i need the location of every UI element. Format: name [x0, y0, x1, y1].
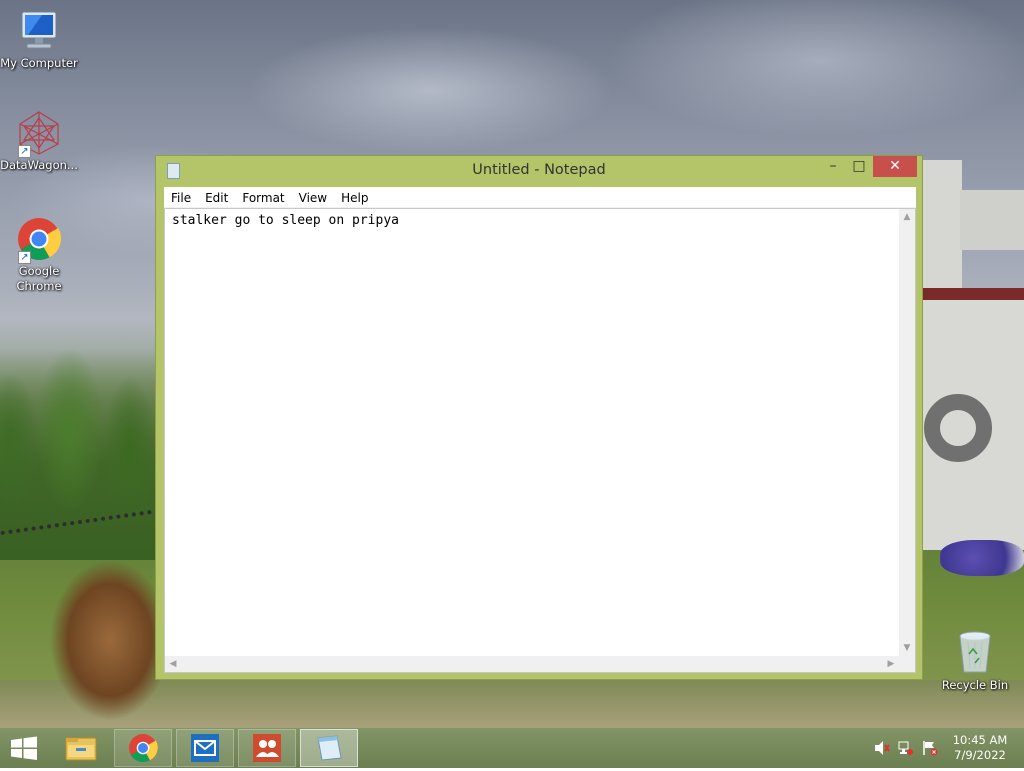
window-title: Untitled - Notepad [472, 162, 606, 178]
notepad-window[interactable]: Untitled - Notepad – □ ✕ File Edit Format V… [155, 155, 923, 680]
desktop-background: My Computer ↗ DataWagon... ↗ Google Chro… [0, 0, 1024, 728]
scroll-left-arrow-icon[interactable]: ◀ [165, 656, 181, 672]
taskbar-mail[interactable] [176, 729, 234, 767]
taskbar-clock[interactable]: 10:45 AM 7/9/2022 [944, 733, 1016, 763]
wallpaper-flowers [940, 540, 1024, 576]
taskbar-google-chrome[interactable] [114, 729, 172, 767]
shortcut-arrow-icon: ↗ [18, 145, 31, 158]
clock-date: 7/9/2022 [954, 748, 1006, 762]
mail-icon [191, 734, 219, 762]
scroll-down-arrow-icon[interactable]: ▼ [899, 640, 915, 656]
wallpaper-dog [40, 560, 160, 720]
scroll-right-arrow-icon[interactable]: ▶ [883, 656, 899, 672]
desktop-icon-label: Google Chrome [16, 264, 62, 293]
minimize-button[interactable]: – [820, 156, 846, 177]
volume-muted-icon[interactable] [874, 740, 890, 756]
chrome-icon: ↗ [16, 216, 62, 264]
desktop-icon-recycle-bin[interactable]: Recycle Bin [936, 630, 1014, 693]
wallpaper-monument [922, 160, 1024, 560]
people-icon [253, 734, 281, 762]
menu-bar: File Edit Format View Help [164, 187, 916, 208]
notepad-icon [317, 735, 342, 761]
windows-logo-icon [11, 736, 37, 760]
desktop-icon-label: My Computer [0, 56, 78, 70]
desktop-icon-datawagon[interactable]: ↗ DataWagon... [0, 110, 78, 173]
desktop-icon-label: DataWagon... [0, 158, 78, 172]
menu-help[interactable]: Help [334, 188, 375, 208]
scroll-up-arrow-icon[interactable]: ▲ [899, 209, 915, 225]
menu-format[interactable]: Format [235, 188, 291, 208]
chrome-icon [129, 734, 158, 762]
folder-icon [65, 737, 97, 761]
menu-view[interactable]: View [292, 188, 334, 208]
computer-icon [16, 8, 62, 54]
window-titlebar[interactable]: Untitled - Notepad – □ ✕ [156, 156, 922, 186]
menu-file[interactable]: File [164, 188, 198, 208]
datawagon-icon: ↗ [16, 110, 62, 158]
taskbar-file-explorer[interactable] [52, 729, 110, 767]
close-button[interactable]: ✕ [873, 156, 917, 177]
taskbar: 10:45 AM 7/9/2022 [0, 728, 1024, 768]
clock-time: 10:45 AM [952, 733, 1008, 747]
text-editor-area[interactable]: stalker go to sleep on pripya ▲ ▼ ◀ ▶ [164, 208, 916, 673]
taskbar-people[interactable] [238, 729, 296, 767]
action-center-flag-icon[interactable] [922, 740, 938, 756]
desktop-icon-my-computer[interactable]: My Computer [0, 8, 78, 71]
desktop-icon-label: Recycle Bin [941, 678, 1009, 692]
recycle-bin-icon [952, 630, 998, 676]
start-button[interactable] [0, 729, 48, 767]
maximize-button[interactable]: □ [846, 156, 872, 177]
wallpaper-trees [0, 320, 170, 560]
menu-edit[interactable]: Edit [198, 188, 235, 208]
network-icon[interactable] [898, 740, 914, 756]
taskbar-notepad[interactable] [300, 729, 358, 767]
editor-text[interactable]: stalker go to sleep on pripya [172, 213, 399, 228]
desktop-icon-google-chrome[interactable]: ↗ Google Chrome [0, 216, 78, 294]
vertical-scrollbar[interactable]: ▲ ▼ [899, 209, 915, 656]
resize-grip-icon[interactable] [899, 656, 915, 672]
horizontal-scrollbar[interactable]: ◀ ▶ [165, 656, 899, 672]
shortcut-arrow-icon: ↗ [18, 251, 31, 264]
